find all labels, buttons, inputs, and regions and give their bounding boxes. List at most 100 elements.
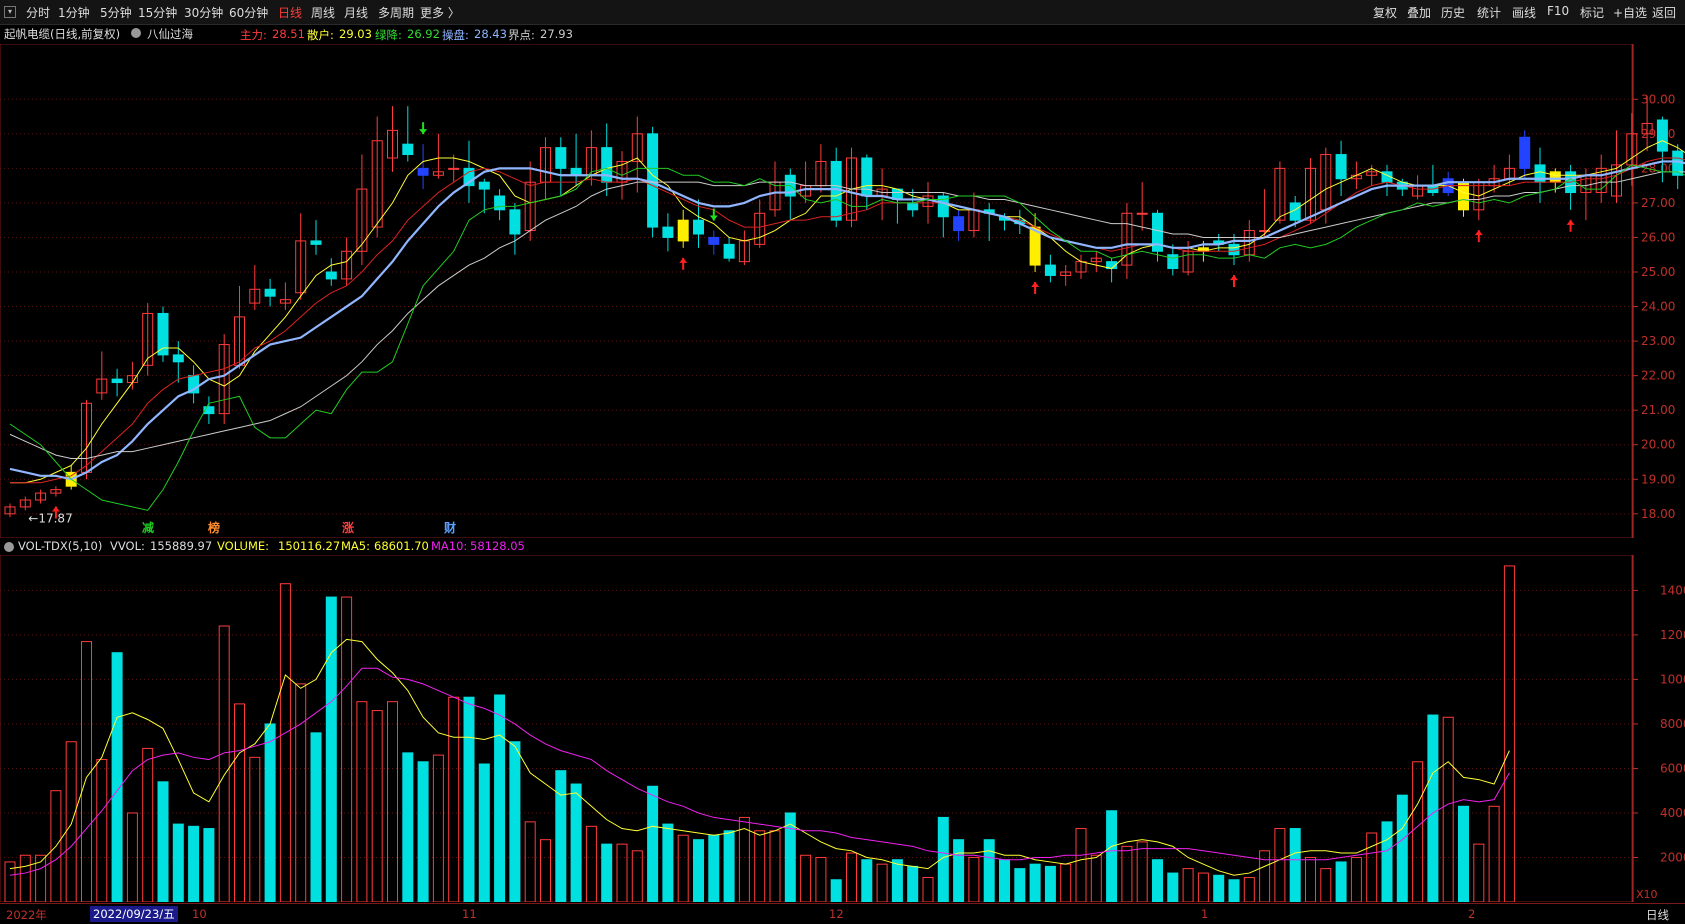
function-button-1[interactable]: 叠加: [1407, 4, 1431, 21]
period-tab-5[interactable]: 60分钟: [229, 4, 268, 21]
date-label-6: 2: [1468, 907, 1476, 921]
volume-bar-65[interactable]: [999, 859, 1010, 902]
period-indicator[interactable]: 日线: [1646, 907, 1669, 923]
function-button-7[interactable]: +自选: [1613, 4, 1647, 21]
volume-bar-56[interactable]: [861, 859, 873, 902]
candle-body-46: [708, 236, 720, 245]
info-label-1: 散户:: [307, 28, 334, 42]
volume-bar-95[interactable]: [1458, 805, 1469, 902]
volume-bar-46[interactable]: [708, 834, 720, 902]
volume-bar-62[interactable]: [953, 839, 965, 902]
volume-bar-84[interactable]: [1289, 828, 1301, 902]
volume-bar-76[interactable]: [1167, 872, 1179, 902]
candle-body-59: [907, 202, 919, 211]
settings-circle-icon[interactable]: [131, 28, 141, 38]
vol-tick-label-0: 2000: [1660, 850, 1685, 864]
volume-bar-68[interactable]: [1044, 865, 1056, 902]
candle-body-32: [494, 195, 506, 211]
pin-icon[interactable]: ▾: [4, 6, 16, 18]
volume-info-bar: VOL-TDX(5,10) VVOL: 155889.97 VOLUME: 15…: [0, 538, 900, 554]
indicator-name[interactable]: 八仙过海: [147, 26, 193, 42]
volume-bar-43[interactable]: [662, 823, 674, 902]
volume-chart[interactable]: 2000 4000 6000 8000 10000 12000 14000 X10: [0, 555, 1685, 902]
price-tick-label-12: 30.00: [1641, 92, 1675, 106]
volume-bar-7[interactable]: [111, 652, 123, 902]
volume-label: VOLUME:: [217, 539, 270, 553]
volume-bar-21[interactable]: [325, 596, 337, 902]
stock-title[interactable]: 起帆电缆(日线,前复权): [4, 26, 120, 42]
volume-bar-66[interactable]: [1014, 868, 1026, 902]
period-tab-1[interactable]: 1分钟: [58, 4, 90, 21]
volume-bar-58[interactable]: [891, 859, 903, 902]
volume-bar-11[interactable]: [172, 823, 184, 902]
period-tab-0[interactable]: 分时: [26, 4, 50, 21]
candle-body-87: [1335, 154, 1347, 180]
price-chart[interactable]: 18.00 19.00 20.00 21.00 22.00 23.00 24.00 25.00…: [0, 44, 1685, 538]
candle-body-101: [1549, 171, 1561, 183]
candle-body-44: [677, 219, 689, 242]
volume-bar-87[interactable]: [1335, 861, 1347, 902]
candle-10[interactable]: [157, 306, 169, 362]
volume-bar-93[interactable]: [1427, 714, 1439, 902]
period-tab-7[interactable]: 周线: [311, 4, 335, 21]
function-button-0[interactable]: 复权: [1373, 4, 1397, 21]
period-tab-8[interactable]: 月线: [344, 4, 368, 21]
vol-tick-label-5: 12000: [1660, 628, 1685, 642]
period-tab-9[interactable]: 多周期: [378, 4, 414, 21]
function-button-2[interactable]: 历史: [1441, 4, 1465, 21]
date-label-0: 2022年: [6, 908, 47, 922]
function-button-5[interactable]: F10: [1547, 4, 1569, 18]
ma5-value: 68601.70: [374, 539, 429, 553]
volume-bar-10[interactable]: [157, 781, 169, 902]
volume-bar-75[interactable]: [1152, 859, 1163, 902]
volume-bar-72[interactable]: [1106, 810, 1118, 902]
vol-indicator-name[interactable]: VOL-TDX(5,10): [18, 539, 102, 553]
volume-bar-36[interactable]: [555, 770, 567, 902]
vol-tick-label-2: 6000: [1660, 761, 1685, 775]
function-button-4[interactable]: 画线: [1512, 4, 1536, 21]
volume-bar-90[interactable]: [1381, 821, 1393, 902]
info-value-2: 26.92: [407, 27, 440, 41]
volume-bar-47[interactable]: [723, 830, 735, 902]
candle-body-17: [264, 288, 276, 297]
function-button-6[interactable]: 标记: [1580, 4, 1604, 21]
volume-bar-37[interactable]: [570, 783, 582, 902]
volume-bar-12[interactable]: [188, 825, 200, 902]
volume-bar-79[interactable]: [1213, 874, 1225, 902]
ma10-label: MA10:: [431, 539, 468, 553]
volume-bar-67[interactable]: [1029, 863, 1041, 902]
volume-bar-26[interactable]: [402, 752, 414, 902]
volume-bar-33[interactable]: [509, 741, 521, 902]
candle-body-20: [310, 240, 322, 245]
volume-bar-59[interactable]: [907, 865, 919, 902]
vol-settings-icon[interactable]: [4, 542, 14, 552]
volume-bar-20[interactable]: [310, 732, 322, 902]
volume-bar-64[interactable]: [983, 839, 995, 902]
period-tab-4[interactable]: 30分钟: [184, 4, 223, 21]
volume-bar-13[interactable]: [203, 828, 215, 902]
function-button-8[interactable]: 返回: [1652, 4, 1676, 21]
volume-bar-54[interactable]: [830, 879, 842, 902]
volume-bar-45[interactable]: [693, 839, 704, 902]
price-tick-label-5: 23.00: [1641, 334, 1675, 348]
function-button-3[interactable]: 统计: [1477, 4, 1501, 21]
volume-bar-39[interactable]: [601, 843, 613, 902]
price-tick-label-3: 21.00: [1641, 403, 1675, 417]
period-tab-6[interactable]: 日线: [278, 4, 302, 21]
candle-109[interactable]: [1672, 144, 1684, 190]
vol-unit-label: X10: [1636, 888, 1658, 901]
candle-body-45: [693, 219, 704, 235]
price-tick-label-8: 26.00: [1641, 230, 1675, 244]
period-tab-2[interactable]: 5分钟: [100, 4, 132, 21]
volume-bar-27[interactable]: [417, 761, 429, 902]
volume-bar-17[interactable]: [264, 723, 276, 902]
period-tab-10[interactable]: 更多 〉: [420, 4, 460, 21]
volume-bar-80[interactable]: [1228, 879, 1240, 902]
volume-bar-32[interactable]: [494, 694, 506, 902]
candle-body-21: [325, 271, 337, 280]
volume-bar-30[interactable]: [463, 696, 475, 902]
volume-bar-31[interactable]: [478, 763, 490, 902]
period-tab-3[interactable]: 15分钟: [138, 4, 177, 21]
volume-bar-42[interactable]: [647, 785, 659, 902]
volume-bar-91[interactable]: [1396, 794, 1408, 902]
